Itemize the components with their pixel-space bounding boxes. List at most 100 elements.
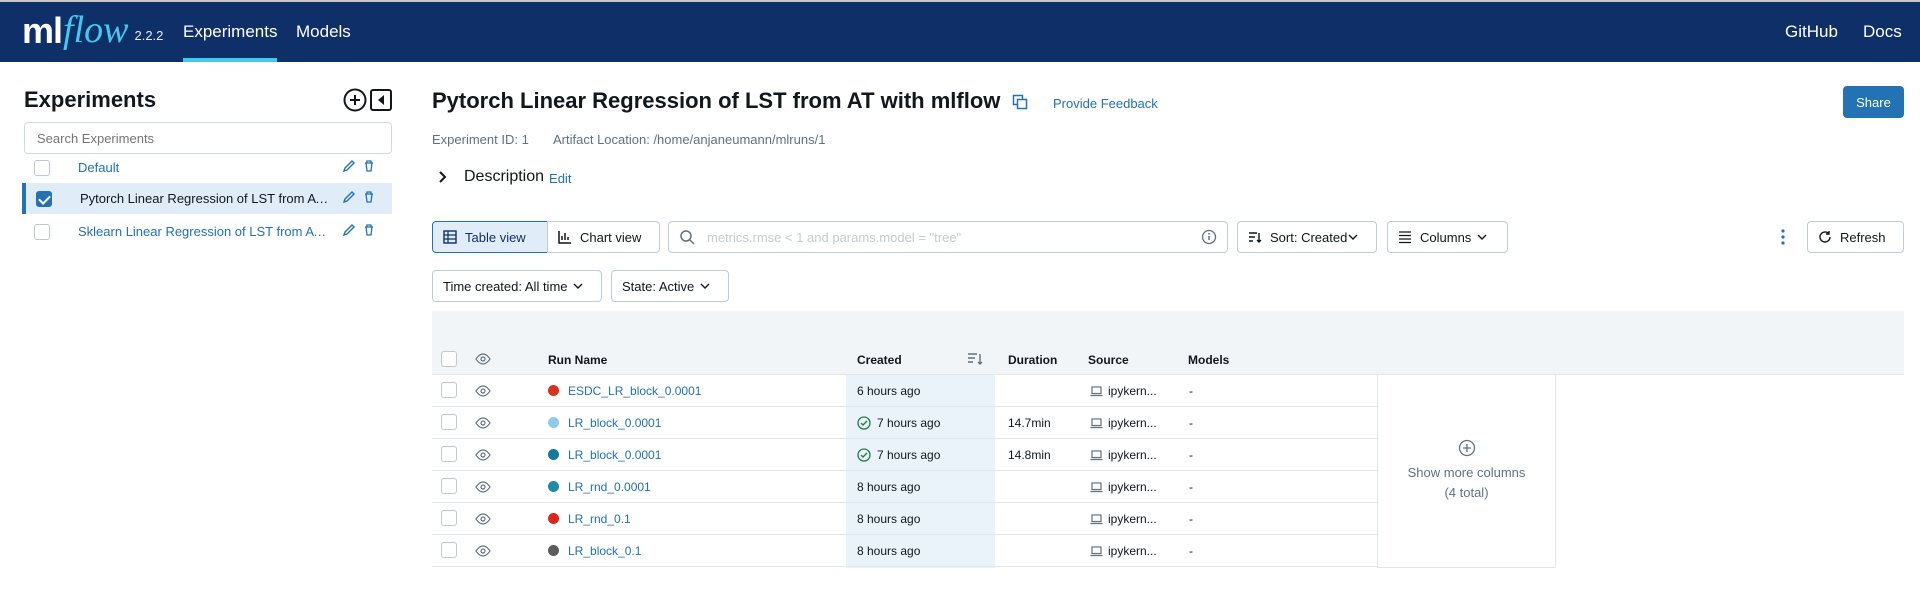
eye-icon[interactable] [475, 481, 491, 493]
sort-dropdown[interactable]: Sort: Created [1237, 221, 1377, 253]
delete-icon[interactable] [362, 190, 376, 204]
state-filter[interactable]: State: Active [611, 270, 729, 302]
run-source[interactable]: ipykern... [1090, 512, 1157, 526]
table-view-button[interactable]: Table view [432, 221, 548, 253]
table-row[interactable]: LR_block_0.0001 7 hours ago 14.8min ipykern… [432, 439, 1377, 471]
collapse-sidebar-icon[interactable] [369, 88, 393, 112]
table-row[interactable]: LR_rnd_0.1 8 hours ago ipykern... - [432, 503, 1377, 535]
row-checkbox[interactable] [441, 478, 457, 494]
run-duration: 14.8min [1008, 448, 1051, 462]
nav-models[interactable]: Models [296, 2, 351, 62]
refresh-label: Refresh [1840, 229, 1886, 245]
run-color-dot[interactable] [548, 385, 559, 396]
run-created: 8 hours ago [857, 544, 920, 558]
laptop-icon [1090, 417, 1103, 428]
delete-icon[interactable] [362, 223, 376, 237]
nav-experiments-label: Experiments [183, 22, 278, 41]
search-experiments-input[interactable] [24, 122, 392, 154]
experiment-checkbox[interactable] [34, 159, 50, 176]
created-text: 8 hours ago [857, 480, 921, 494]
experiment-name[interactable]: Pytorch Linear Regression of LST from AT… [80, 191, 335, 206]
row-checkbox[interactable] [441, 382, 457, 398]
eye-icon[interactable] [475, 513, 491, 525]
copy-icon[interactable] [1012, 94, 1028, 110]
run-name-link[interactable]: LR_rnd_0.0001 [568, 480, 651, 494]
header-source[interactable]: Source [1088, 353, 1129, 367]
description-edit-link[interactable]: Edit [549, 171, 571, 186]
eye-icon[interactable] [475, 545, 491, 557]
experiment-item-pytorch[interactable]: Pytorch Linear Regression of LST from AT… [22, 183, 392, 214]
eye-icon[interactable] [475, 385, 491, 397]
show-more-columns-button[interactable]: Show more columns (4 total) [1377, 375, 1556, 568]
header-created[interactable]: Created [857, 353, 902, 367]
row-checkbox[interactable] [441, 542, 457, 558]
run-filter-input[interactable]: metrics.rmse < 1 and params.model = "tre… [668, 221, 1228, 253]
edit-icon[interactable] [342, 190, 356, 204]
run-name-link[interactable]: LR_rnd_0.1 [568, 512, 631, 526]
table-row[interactable]: LR_block_0.0001 7 hours ago 14.7min ipykern… [432, 407, 1377, 439]
row-checkbox[interactable] [441, 414, 457, 430]
eye-icon[interactable] [475, 417, 491, 429]
run-name-link[interactable]: LR_block_0.0001 [568, 448, 661, 462]
experiment-item-sklearn[interactable]: Sklearn Linear Regression of LST from AT… [24, 216, 392, 247]
table-row[interactable]: LR_rnd_0.0001 8 hours ago ipykern... - [432, 471, 1377, 503]
experiment-name[interactable]: Default [78, 160, 333, 175]
run-color-dot[interactable] [548, 481, 559, 492]
provide-feedback-link[interactable]: Provide Feedback [1053, 96, 1158, 111]
run-color-dot[interactable] [548, 513, 559, 524]
add-experiment-icon[interactable] [343, 88, 367, 112]
run-name-link[interactable]: ESDC_LR_block_0.0001 [568, 384, 701, 398]
row-checkbox[interactable] [441, 510, 457, 526]
run-source[interactable]: ipykern... [1090, 544, 1157, 558]
delete-icon[interactable] [362, 159, 376, 173]
eye-icon[interactable] [475, 449, 491, 461]
columns-dropdown[interactable]: Columns [1387, 221, 1508, 253]
experiment-checkbox-checked[interactable] [36, 190, 52, 207]
chart-view-button[interactable]: Chart view [547, 221, 660, 253]
run-source[interactable]: ipykern... [1090, 384, 1157, 398]
description-label[interactable]: Description [464, 168, 544, 186]
header-duration[interactable]: Duration [1008, 353, 1057, 367]
run-name-link[interactable]: LR_block_0.1 [568, 544, 641, 558]
nav-github[interactable]: GitHub [1785, 2, 1838, 62]
created-text: 8 hours ago [857, 512, 921, 526]
sort-desc-icon[interactable] [967, 351, 983, 367]
header-models[interactable]: Models [1188, 353, 1229, 367]
created-text: 7 hours ago [877, 416, 941, 430]
laptop-icon [1090, 385, 1103, 396]
sort-label: Sort: Created [1270, 229, 1348, 245]
select-all-checkbox[interactable] [441, 351, 457, 367]
refresh-button[interactable]: Refresh [1807, 221, 1904, 253]
header-run-name[interactable]: Run Name [548, 353, 607, 367]
laptop-icon [1090, 513, 1103, 524]
nav-experiments[interactable]: Experiments [183, 2, 278, 62]
run-color-dot[interactable] [548, 417, 559, 428]
sort-icon [1249, 232, 1262, 243]
table-row[interactable]: ESDC_LR_block_0.0001 6 hours ago ipykern..… [432, 375, 1377, 407]
table-row[interactable]: LR_block_0.1 8 hours ago ipykern... - [432, 535, 1377, 567]
run-source[interactable]: ipykern... [1090, 448, 1157, 462]
created-text: 7 hours ago [877, 448, 941, 462]
chart-icon [558, 231, 571, 244]
info-icon[interactable] [1201, 229, 1217, 245]
row-checkbox[interactable] [441, 446, 457, 462]
more-options-icon[interactable] [1777, 228, 1789, 246]
edit-icon[interactable] [342, 159, 356, 173]
run-source[interactable]: ipykern... [1090, 480, 1157, 494]
run-source[interactable]: ipykern... [1090, 416, 1157, 430]
eye-icon[interactable] [475, 353, 491, 365]
experiment-item-default[interactable]: Default [24, 152, 392, 183]
run-name-link[interactable]: LR_block_0.0001 [568, 416, 661, 430]
chevron-right-icon[interactable] [436, 170, 450, 184]
run-color-dot[interactable] [548, 545, 559, 556]
run-models: - [1189, 416, 1193, 430]
experiment-name[interactable]: Sklearn Linear Regression of LST from AT… [78, 224, 333, 239]
time-created-filter[interactable]: Time created: All time [432, 270, 602, 302]
nav-docs[interactable]: Docs [1863, 2, 1902, 62]
run-color-dot[interactable] [548, 449, 559, 460]
experiment-checkbox[interactable] [34, 223, 50, 240]
mlflow-logo[interactable]: ml flow 2.2.2 [22, 8, 163, 52]
edit-icon[interactable] [342, 223, 356, 237]
share-button[interactable]: Share [1843, 86, 1904, 118]
chart-view-label: Chart view [580, 229, 642, 245]
